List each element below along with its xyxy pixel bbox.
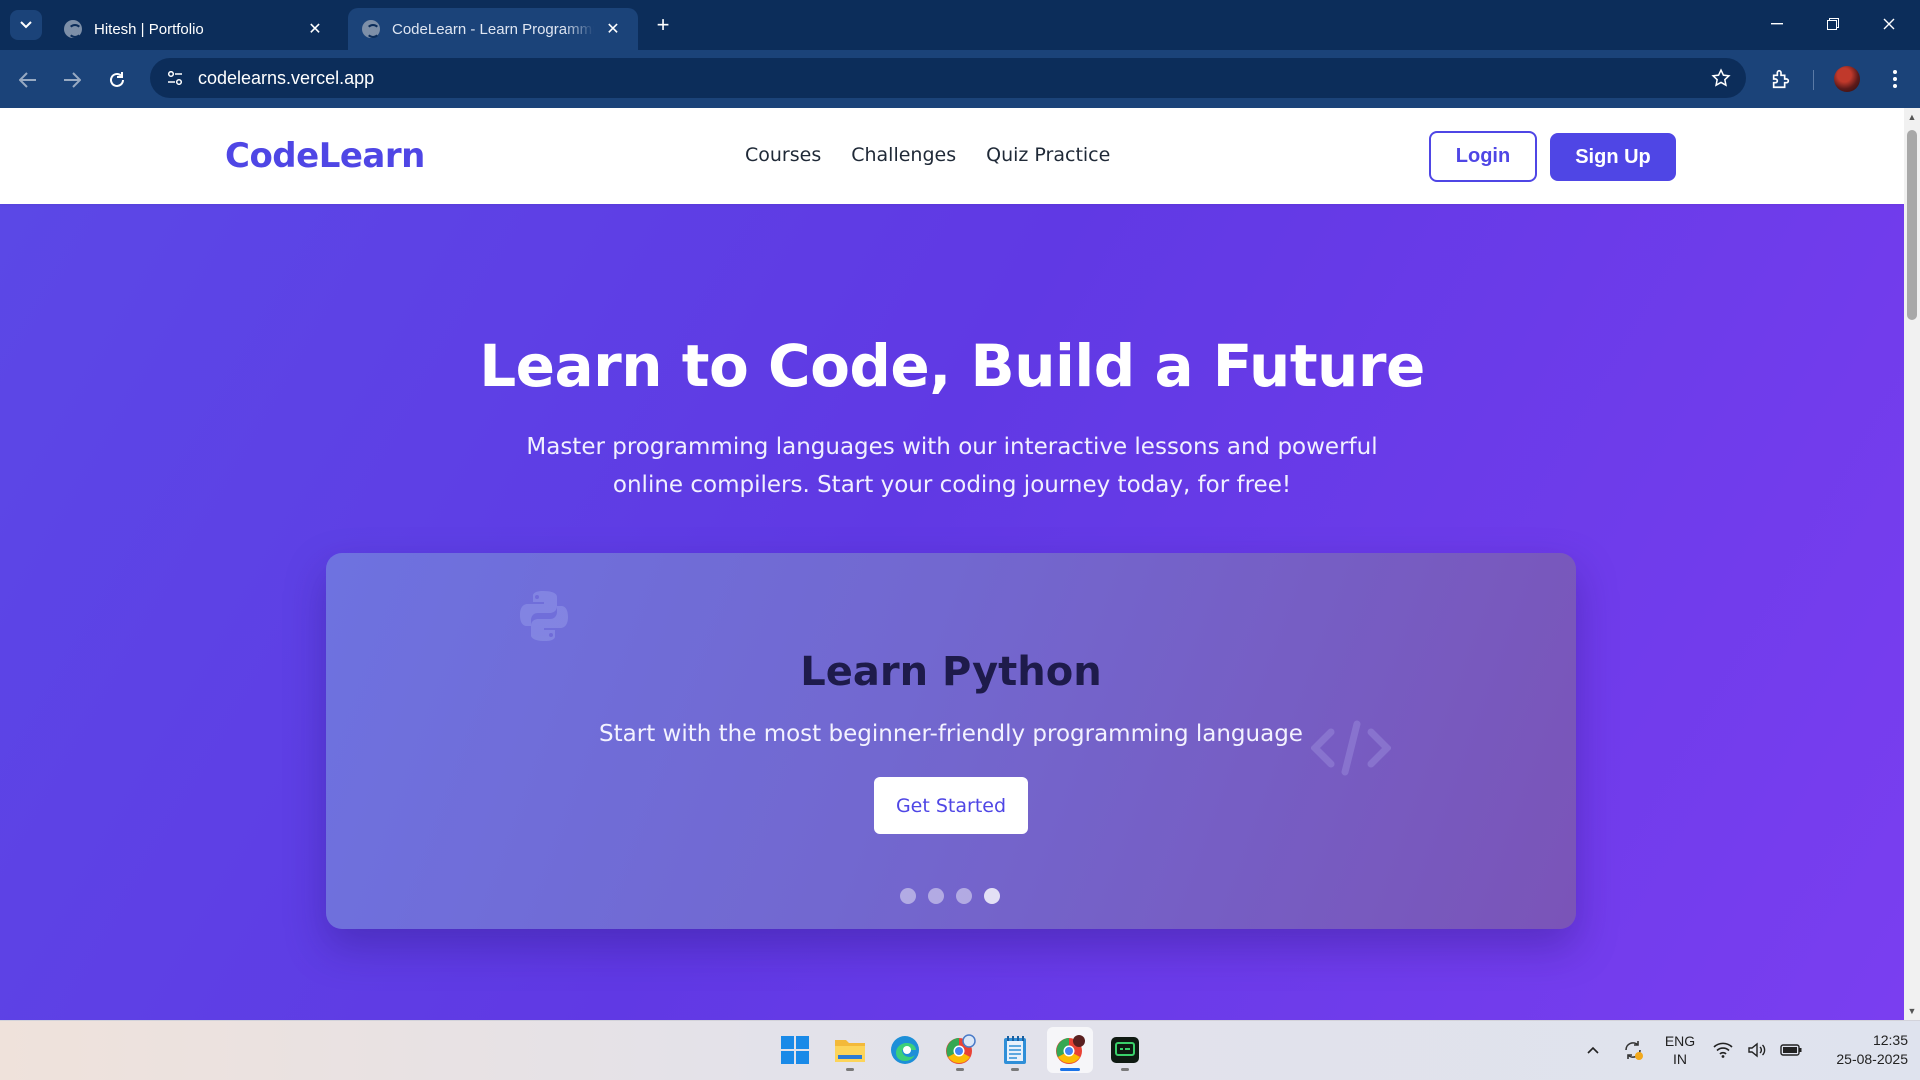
- clock-date: 25-08-2025: [1836, 1051, 1908, 1067]
- page-viewport: CodeLearn Courses Challenges Quiz Practi…: [0, 108, 1920, 1020]
- window-close-button[interactable]: [1866, 8, 1912, 40]
- back-button[interactable]: [12, 64, 44, 96]
- windows-start-icon[interactable]: [772, 1027, 818, 1073]
- page-scrollbar[interactable]: ▲ ▼: [1904, 108, 1920, 1020]
- tab-search-dropdown-button[interactable]: [10, 10, 42, 40]
- carousel-dots: [900, 888, 1000, 904]
- carousel-dot[interactable]: [956, 888, 972, 904]
- wifi-icon[interactable]: [1712, 1039, 1734, 1061]
- hero-subtitle: Master programming languages with our in…: [526, 434, 1378, 498]
- taskbar-clock[interactable]: 12:35 25-08-2025: [1812, 1031, 1908, 1069]
- slide-subtitle: Start with the most beginner-friendly pr…: [599, 721, 1303, 747]
- scroll-down-arrow-icon[interactable]: ▼: [1907, 1006, 1917, 1016]
- site-info-icon[interactable]: [164, 67, 186, 89]
- get-started-button[interactable]: Get Started: [874, 777, 1028, 834]
- file-explorer-icon[interactable]: [827, 1027, 873, 1073]
- nav-link-challenges[interactable]: Challenges: [851, 144, 956, 166]
- site-logo[interactable]: CodeLearn: [225, 136, 425, 176]
- chrome-icon[interactable]: [1047, 1027, 1093, 1073]
- slide-title: Learn Python: [800, 649, 1102, 695]
- clock-time: 12:35: [1872, 1032, 1908, 1048]
- notepad-icon[interactable]: [992, 1027, 1038, 1073]
- arrow-left-icon: [19, 72, 36, 88]
- hero-title: Learn to Code, Build a Future: [479, 332, 1425, 400]
- nav-link-courses[interactable]: Courses: [745, 144, 821, 166]
- scrollbar-thumb[interactable]: [1907, 130, 1917, 320]
- main-nav: Courses Challenges Quiz Practice: [745, 144, 1140, 166]
- sync-icon[interactable]: [1620, 1037, 1646, 1063]
- close-icon[interactable]: ✕: [304, 18, 326, 40]
- chevron-up-icon[interactable]: [1582, 1039, 1604, 1061]
- toolbar-divider: [1813, 70, 1814, 90]
- url-text[interactable]: codelearns.vercel.app: [198, 68, 1706, 89]
- python-icon: [520, 591, 568, 641]
- close-icon: [1883, 18, 1895, 30]
- tab-portfolio[interactable]: Hitesh | Portfolio ✕: [50, 8, 340, 50]
- language-region: IN: [1673, 1051, 1687, 1067]
- windows-taskbar: ENG IN 12:35 25-08-2025: [0, 1020, 1920, 1080]
- input-language-indicator[interactable]: ENG IN: [1660, 1032, 1700, 1068]
- forward-button[interactable]: [56, 64, 88, 96]
- scroll-up-arrow-icon[interactable]: ▲: [1907, 112, 1917, 122]
- battery-icon[interactable]: [1780, 1039, 1802, 1061]
- carousel-dot[interactable]: [928, 888, 944, 904]
- chevron-down-icon: [20, 21, 32, 29]
- bookmark-star-icon[interactable]: [1706, 63, 1736, 93]
- tab-codelearn[interactable]: CodeLearn - Learn Programming ✕: [348, 8, 638, 50]
- chrome-profile-icon[interactable]: [937, 1027, 983, 1073]
- more-menu-icon[interactable]: [1880, 64, 1910, 94]
- carousel-dot-active[interactable]: [984, 888, 1000, 904]
- login-button[interactable]: Login: [1429, 131, 1537, 182]
- close-icon[interactable]: ✕: [602, 18, 624, 40]
- tab-title: Hitesh | Portfolio: [94, 20, 204, 38]
- arrow-right-icon: [64, 72, 81, 88]
- address-bar[interactable]: codelearns.vercel.app: [150, 58, 1746, 98]
- reload-icon: [110, 72, 124, 87]
- browser-toolbar: codelearns.vercel.app: [0, 50, 1920, 108]
- reload-button[interactable]: [101, 64, 133, 96]
- restore-button[interactable]: [1810, 8, 1856, 40]
- minimize-button[interactable]: [1754, 8, 1800, 40]
- edge-icon[interactable]: [882, 1027, 928, 1073]
- system-tray[interactable]: [1712, 1039, 1802, 1061]
- extensions-puzzle-icon[interactable]: [1766, 64, 1796, 94]
- carousel-dot[interactable]: [900, 888, 916, 904]
- tab-title: CodeLearn - Learn Programming: [392, 20, 594, 38]
- profile-avatar[interactable]: [1834, 66, 1860, 92]
- nav-link-quiz-practice[interactable]: Quiz Practice: [986, 144, 1110, 166]
- browser-tab-bar: Hitesh | Portfolio ✕ CodeLearn - Learn P…: [0, 0, 1920, 50]
- volume-icon[interactable]: [1746, 1039, 1768, 1061]
- terminal-icon[interactable]: [1102, 1027, 1148, 1073]
- globe-icon: [362, 20, 380, 38]
- globe-icon: [64, 20, 82, 38]
- restore-icon: [1827, 18, 1839, 30]
- course-carousel: Learn Python Start with the most beginne…: [326, 553, 1576, 929]
- signup-button[interactable]: Sign Up: [1550, 133, 1676, 181]
- new-tab-button[interactable]: +: [650, 12, 676, 38]
- hero-section: Learn to Code, Build a Future Master pro…: [0, 204, 1904, 1020]
- minimize-icon: [1771, 23, 1783, 25]
- site-header: CodeLearn Courses Challenges Quiz Practi…: [0, 108, 1904, 204]
- language-code: ENG: [1664, 1033, 1696, 1049]
